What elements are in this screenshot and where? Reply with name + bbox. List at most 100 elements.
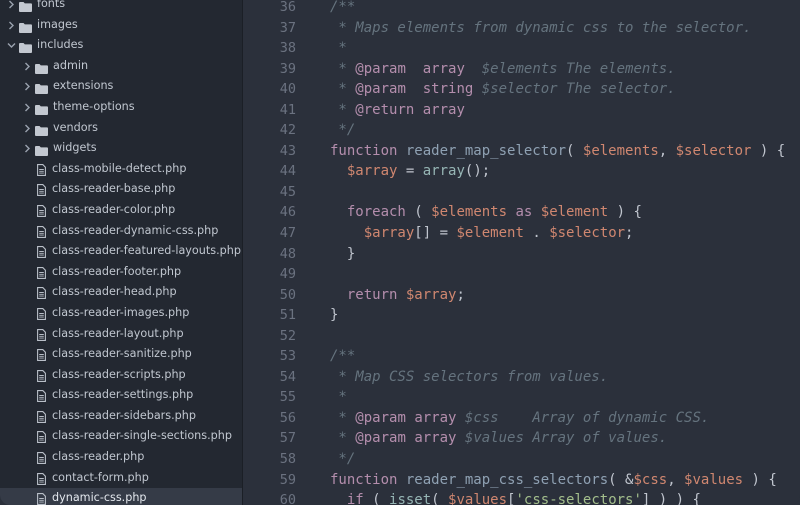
code-text: if ( isset( $values['css-selectors'] ) )… — [330, 490, 701, 505]
tree-item-label: contact-form.php — [52, 470, 149, 484]
code-text: * @param string $selector The selector. — [330, 79, 675, 100]
code-text: */ — [330, 449, 355, 470]
file-item[interactable]: dynamic-css.php — [0, 488, 242, 505]
folder-item[interactable]: images — [0, 15, 242, 36]
line-number: 56 — [279, 409, 296, 426]
file-item[interactable]: class-reader-sanitize.php — [0, 344, 242, 365]
file-item[interactable]: class-reader-featured-layouts.php — [0, 241, 242, 262]
tree-item-label: class-reader-sanitize.php — [52, 347, 192, 361]
folder-icon — [19, 0, 32, 12]
code-token: ( — [405, 204, 432, 221]
code-text: $array[] = $element . $selector; — [330, 223, 634, 244]
code-line: 45 — [243, 182, 800, 203]
code-token: array — [414, 409, 457, 426]
code-text: $array = array(); — [330, 161, 490, 182]
file-item[interactable]: class-reader-footer.php — [0, 262, 242, 283]
code-line: 51} — [243, 305, 800, 326]
folder-item[interactable]: extensions — [0, 76, 242, 97]
code-text: * — [330, 38, 346, 59]
tree-item-label: class-reader-layout.php — [52, 326, 184, 340]
folder-item[interactable]: admin — [0, 56, 242, 77]
code-line: 44 $array = array(); — [243, 161, 800, 182]
line-number: 38 — [279, 40, 296, 57]
line-number: 57 — [279, 430, 296, 447]
code-token: if — [346, 492, 364, 505]
folder-item[interactable]: theme-options — [0, 97, 242, 118]
code-token: * — [330, 430, 356, 447]
folder-item[interactable]: widgets — [0, 138, 242, 159]
code-token: $css — [633, 471, 668, 488]
code-token: (); — [464, 163, 491, 180]
line-number: 40 — [279, 81, 296, 98]
code-line: 50 return $array; — [243, 285, 800, 306]
tree-item-label: class-reader-images.php — [52, 305, 190, 319]
line-number: 50 — [279, 286, 296, 303]
code-line: 38 * — [243, 38, 800, 59]
code-token: */ — [330, 451, 356, 468]
code-token: array — [422, 101, 465, 118]
code-text: * Maps elements from dynamic css to the … — [330, 18, 751, 39]
line-number: 42 — [279, 122, 296, 139]
folder-item[interactable]: includes — [0, 35, 242, 56]
code-token: /** — [330, 348, 356, 365]
line-number: 41 — [279, 101, 296, 118]
line-number: 58 — [279, 451, 296, 468]
file-item[interactable]: class-reader-base.php — [0, 179, 242, 200]
file-item[interactable]: class-reader-dynamic-css.php — [0, 221, 242, 242]
code-line: 58 */ — [243, 449, 800, 470]
tree-item-label: class-reader-base.php — [52, 182, 176, 196]
code-token: ) { — [743, 471, 777, 488]
code-lines: 36 /** 37 * Maps elements from dynamic css… — [243, 0, 800, 505]
file-item[interactable]: class-reader.php — [0, 447, 242, 468]
code-line: 46 foreach ( $elements as $element ) { — [243, 202, 800, 223]
code-token: ( — [363, 492, 390, 505]
code-token: = — [397, 163, 423, 180]
code-text: * Map CSS selectors from values. — [330, 367, 608, 388]
code-token: isset — [389, 492, 432, 505]
line-number: 43 — [279, 142, 296, 159]
code-token: @param — [355, 81, 406, 98]
file-item[interactable]: class-reader-single-sections.php — [0, 426, 242, 447]
file-item[interactable]: class-reader-layout.php — [0, 324, 242, 345]
file-item[interactable]: class-reader-images.php — [0, 303, 242, 324]
code-token: ( — [431, 492, 449, 505]
file-tree: fonts images includes admin extensions theme-… — [0, 0, 242, 505]
file-item[interactable]: class-mobile-detect.php — [0, 159, 242, 180]
code-token: ] ) ) { — [641, 492, 701, 505]
folder-item[interactable]: fonts — [0, 0, 242, 15]
code-token: ( — [566, 142, 583, 159]
tree-item-label: class-mobile-detect.php — [52, 161, 187, 175]
code-text: * @return array — [330, 100, 465, 121]
folder-icon — [35, 123, 48, 136]
folder-icon — [35, 102, 48, 115]
folder-item[interactable]: vendors — [0, 118, 242, 139]
file-item[interactable]: class-reader-sidebars.php — [0, 406, 242, 427]
file-item[interactable]: contact-form.php — [0, 468, 242, 489]
line-number: 39 — [279, 60, 296, 77]
code-token: return — [346, 286, 398, 303]
code-text: * — [330, 387, 346, 408]
file-icon — [37, 348, 46, 362]
code-token: . — [523, 225, 550, 242]
file-icon — [37, 451, 46, 465]
file-item[interactable]: class-reader-head.php — [0, 282, 242, 303]
folder-icon — [35, 81, 48, 95]
file-icon — [37, 492, 46, 505]
folder-icon — [35, 143, 48, 157]
file-item[interactable]: class-reader-settings.php — [0, 385, 242, 406]
code-token: $array — [346, 163, 398, 180]
folder-icon — [35, 61, 48, 74]
code-editor[interactable]: 36 /** 37 * Maps elements from dynamic css… — [243, 0, 800, 505]
code-text: /** — [330, 346, 355, 367]
file-icon — [37, 225, 46, 238]
file-item[interactable]: class-reader-color.php — [0, 200, 242, 221]
code-text: * @param array $css Array of dynamic CSS… — [330, 408, 709, 429]
code-token: function — [330, 142, 398, 159]
file-item[interactable]: class-reader-scripts.php — [0, 365, 242, 386]
line-number: 44 — [279, 163, 296, 180]
file-icon — [37, 369, 46, 382]
